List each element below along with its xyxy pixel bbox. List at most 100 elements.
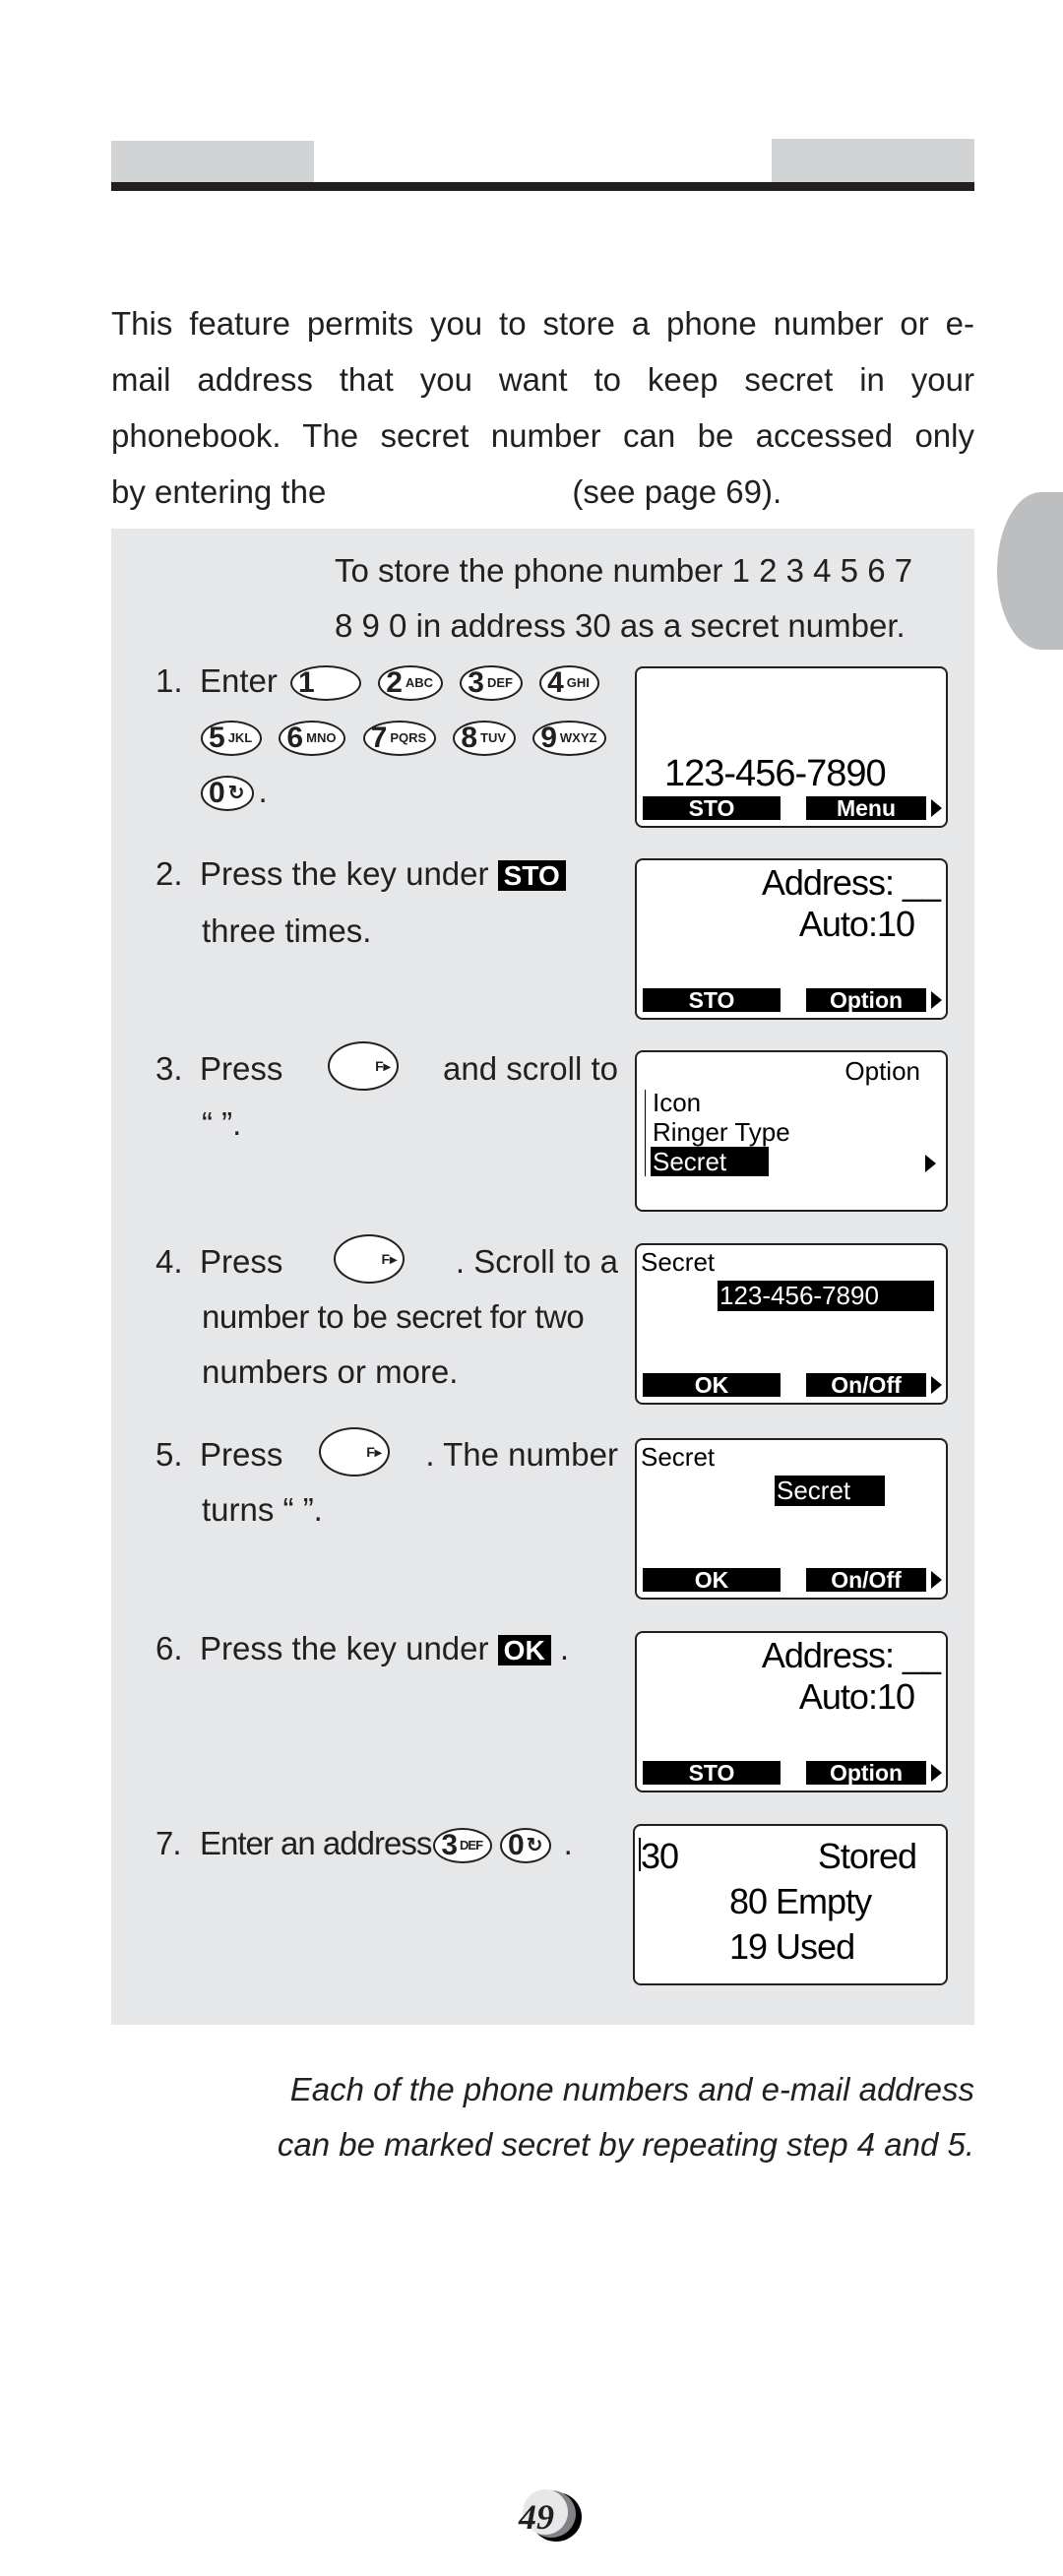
lcd-selected-number: 123-456-7890: [718, 1281, 934, 1311]
goal-line: 8 9 0 in address 30 as a secret number.: [335, 607, 906, 644]
function-key-icon: F▸: [334, 1234, 406, 1284]
right-arrow-icon: [931, 1764, 942, 1782]
function-key-icon: F▸: [318, 1427, 390, 1476]
step-5: 5. Press F▸ . The number turns “ ”.: [156, 1427, 618, 1538]
step-number: 1.: [156, 662, 183, 699]
section-side-tab: [997, 492, 1063, 650]
step-number: 4.: [156, 1243, 183, 1280]
softkey-right: On/Off: [806, 1373, 926, 1397]
ok-badge: OK: [497, 1635, 551, 1665]
lcd-phone-number: 123-456-7890: [664, 753, 887, 794]
step-4: 4. Press F▸ . Scroll to a number to be secr…: [156, 1234, 618, 1400]
key-6-mno: 6 MNO: [279, 721, 346, 757]
procedure-goal: To store the phone number 1 2 3 4 5 6 7 …: [335, 543, 955, 654]
step-text: . Scroll to a: [455, 1243, 618, 1280]
softkey-left: STO: [643, 988, 781, 1012]
note-line: can be marked secret by repeating step 4…: [277, 2126, 974, 2163]
step-7: 7. Enter an address 3 DEF 0 ↻ .: [156, 1816, 573, 1871]
right-arrow-icon: [931, 799, 942, 817]
page-number: 49: [515, 2489, 584, 2542]
step-text: turns “ ”.: [202, 1491, 323, 1528]
softkey-left: STO: [643, 796, 781, 820]
step-text: Press the key under: [200, 1630, 489, 1666]
lcd-screen-1: 123-456-7890 STO Menu: [635, 666, 948, 828]
softkey-right: Menu: [806, 796, 926, 820]
lcd-screen-5: Secret Secret OK On/Off: [635, 1438, 948, 1600]
header-tab-right: [772, 139, 974, 182]
lcd-auto-address: Auto:10: [798, 1676, 915, 1717]
softkey-right: Option: [806, 988, 926, 1012]
intro-line: phonebook. The secret number can be acce…: [111, 417, 974, 454]
step-number: 5.: [156, 1436, 183, 1473]
softkey-left: OK: [643, 1568, 781, 1592]
header-tab-left: [111, 141, 314, 182]
lcd-screen-2: Address: __ Auto:10 STO Option: [635, 858, 948, 1020]
step-3: 3. Press F▸ and scroll to “ ”.: [156, 1041, 618, 1152]
lcd-used-count: 19 Used: [729, 1926, 855, 1967]
step-2: 2. Press the key under STO three times.: [156, 847, 566, 959]
lcd-cursor: [639, 1838, 644, 1871]
step-text: Press the key under: [200, 855, 489, 892]
scroll-bracket: [645, 1090, 649, 1176]
lcd-title: Secret: [641, 1247, 716, 1277]
lcd-status: Stored: [817, 1836, 917, 1876]
intro-line: This feature permits you to store a phon…: [111, 305, 974, 342]
step-end: .: [258, 773, 268, 809]
key-9-wxyz: 9 WXYZ: [532, 721, 607, 757]
step-text: Press: [200, 1436, 283, 1473]
page-reference: (see page 69).: [572, 473, 782, 510]
key-3-def: 3 DEF: [460, 665, 523, 702]
note: Each of the phone numbers and e-mail add…: [224, 2062, 974, 2172]
softkey-left: OK: [643, 1373, 781, 1397]
key-2-abc: 2 ABC: [378, 665, 444, 702]
softkey-right: Option: [806, 1761, 926, 1785]
right-arrow-icon: [931, 1376, 942, 1394]
softkey-right: On/Off: [806, 1568, 926, 1592]
key-1: 1: [290, 665, 362, 702]
goal-line: To store the phone number 1 2 3 4 5 6 7: [335, 552, 913, 589]
lcd-screen-3: Option Icon Ringer Type Secret: [635, 1050, 948, 1212]
step-text: . The number: [425, 1436, 618, 1473]
step-number: 6.: [156, 1630, 183, 1666]
step-text: and scroll to: [443, 1050, 618, 1087]
header-rule: [111, 182, 974, 191]
lcd-screen-4: Secret 123-456-7890 OK On/Off: [635, 1243, 948, 1405]
step-number: 7.: [156, 1825, 182, 1861]
sto-badge: STO: [497, 860, 566, 891]
lcd-menu-title: Option: [844, 1056, 920, 1086]
step-text: Press: [200, 1050, 283, 1087]
step-1: 1. Enter 1 2 ABC 3 DEF 4 GHI 5 JKL 6 MNO 7 PQRS…: [156, 654, 610, 819]
step-number: 2.: [156, 855, 183, 892]
lcd-address-prompt: Address: __: [761, 862, 941, 903]
step-6: 6. Press the key under OK .: [156, 1621, 569, 1678]
lcd-address-number: 30: [641, 1836, 679, 1876]
step-text: Press: [200, 1243, 283, 1280]
step-text: Enter an address: [200, 1825, 432, 1861]
key-8-tuv: 8 TUV: [453, 721, 517, 757]
key-0: 0 ↻: [201, 776, 255, 812]
lcd-menu-item-selected: Secret: [651, 1147, 769, 1176]
step-end: .: [559, 1630, 570, 1666]
step-number: 3.: [156, 1050, 183, 1087]
step-text: numbers or more.: [202, 1353, 459, 1390]
step-text: number to be secret for two: [202, 1298, 585, 1335]
step-text: Enter: [200, 662, 278, 699]
lcd-menu-item: Icon: [653, 1088, 702, 1117]
lcd-menu-item: Ringer Type: [653, 1117, 790, 1147]
right-arrow-icon: [931, 1571, 942, 1589]
right-arrow-icon: [931, 991, 942, 1009]
lcd-secret-status: Secret: [775, 1476, 885, 1506]
right-arrow-icon: [925, 1155, 936, 1172]
function-key-icon: F▸: [327, 1041, 399, 1091]
intro-paragraph: This feature permits you to store a phon…: [111, 295, 974, 520]
note-line: Each of the phone numbers and e-mail add…: [289, 2071, 974, 2107]
lcd-screen-6: Address: __ Auto:10 STO Option: [635, 1631, 948, 1792]
page-number-text: 49: [519, 2497, 554, 2537]
lcd-auto-address: Auto:10: [798, 904, 915, 944]
key-7-pqrs: 7 PQRS: [362, 721, 437, 757]
softkey-left: STO: [643, 1761, 781, 1785]
key-4-ghi: 4 GHI: [539, 665, 599, 702]
lcd-empty-count: 80 Empty: [729, 1881, 872, 1921]
lcd-title: Secret: [641, 1442, 716, 1472]
key-0: 0 ↻: [500, 1828, 552, 1864]
